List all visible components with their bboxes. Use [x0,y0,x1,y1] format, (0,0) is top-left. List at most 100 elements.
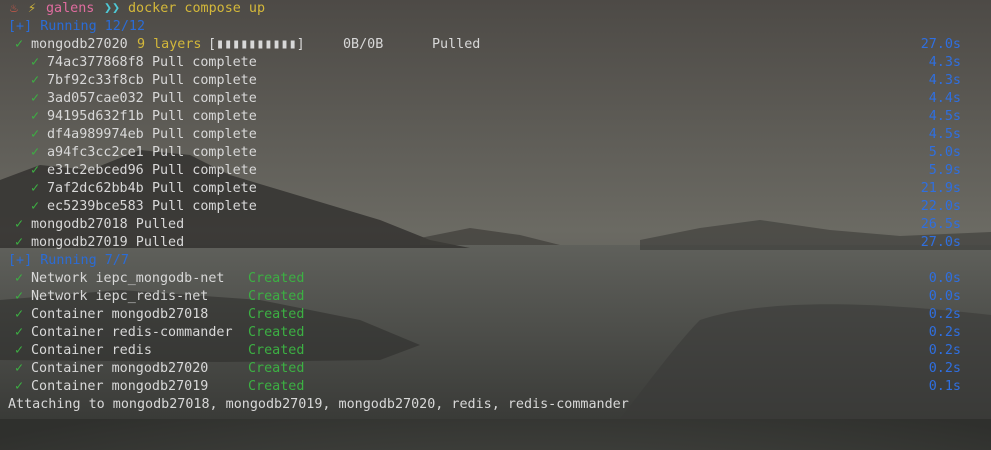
prompt-user: galens [46,1,95,16]
resource-time: 0.0s [928,271,961,286]
resource-label: Container mongodb27020 [31,361,209,376]
check-icon: ✓ [31,91,40,106]
layer-row: ✓ a94fc3cc2ce1 Pull complete 5.0s [0,144,991,162]
check-icon: ✓ [15,235,24,250]
layer-id: e31c2ebced96 [47,163,144,178]
resource-row: ✓ Container mongodb27018 Created 0.2s [0,306,991,324]
layer-row: ✓ 7af2dc62bb4b Pull complete 21.9s [0,180,991,198]
resource-label: Container redis-commander [31,325,233,340]
resource-time: 0.2s [928,325,961,340]
layer-id: 7bf92c33f8cb [47,73,144,88]
check-icon: ✓ [31,55,40,70]
layer-row: ✓ ec5239bce583 Pull complete 22.0s [0,198,991,216]
resource-time: 0.2s [928,361,961,376]
layer-time: 21.9s [920,181,961,196]
layer-row: ✓ 3ad057cae032 Pull complete 4.4s [0,90,991,108]
resource-status: Created [248,343,305,358]
check-icon: ✓ [15,289,24,304]
resource-status: Created [248,325,305,340]
layer-id: a94fc3cc2ce1 [47,145,144,160]
terminal-output: ♨ ⚡ galens ❯❯ docker compose up [+] Runn… [0,0,991,419]
resource-time: 0.2s [928,343,961,358]
resource-row: ✓ Network iepc_mongodb-net Created 0.0s [0,270,991,288]
pulled-row: ✓ mongodb27018 Pulled 26.5s [0,216,991,234]
layer-time: 5.0s [928,145,961,160]
progress-bar: [▮▮▮▮▮▮▮▮▮▮] [208,37,305,52]
resource-time: 0.1s [928,379,961,394]
check-icon: ✓ [31,199,40,214]
resource-status: Created [248,361,305,376]
resource-time: 0.0s [928,289,961,304]
prompt-arrows-icon: ❯❯ [104,1,121,16]
check-icon: ✓ [15,361,24,376]
resource-label: Container mongodb27018 [31,307,209,322]
resource-status: Created [248,271,305,286]
layer-row: ✓ e31c2ebced96 Pull complete 5.9s [0,162,991,180]
pulled-name: mongodb27018 Pulled [31,217,185,232]
section1-header: [+] Running 12/12 [8,19,146,34]
layer-id: ec5239bce583 [47,199,144,214]
layer-status: Pull complete [152,181,257,196]
layer-status: Pull complete [152,199,257,214]
pulled-time: 27.0s [920,235,961,250]
resource-row: ✓ Network iepc_redis-net Created 0.0s [0,288,991,306]
layer-row: ✓ 7bf92c33f8cb Pull complete 4.3s [0,72,991,90]
layer-time: 4.4s [928,91,961,106]
layer-time: 4.5s [928,127,961,142]
resource-label: Network iepc_redis-net [31,289,209,304]
resource-status: Created [248,307,305,322]
layer-status: Pull complete [152,109,257,124]
layer-row: ✓ 74ac377868f8 Pull complete 4.3s [0,54,991,72]
pulled-row: ✓ mongodb27019 Pulled 27.0s [0,234,991,252]
layer-status: Pull complete [152,91,257,106]
resource-row: ✓ Container redis-commander Created 0.2s [0,324,991,342]
layer-id: 3ad057cae032 [47,91,144,106]
check-icon: ✓ [31,163,40,178]
layer-id: df4a989974eb [47,127,144,142]
resource-row: ✓ Container redis Created 0.2s [0,342,991,360]
check-icon: ✓ [31,109,40,124]
layer-time: 22.0s [920,199,961,214]
check-icon: ✓ [15,325,24,340]
check-icon: ✓ [15,37,24,52]
resource-label: Container redis [31,343,152,358]
resource-time: 0.2s [928,307,961,322]
section2-header: [+] Running 7/7 [8,253,129,268]
layer-time: 4.3s [928,73,961,88]
check-icon: ✓ [15,343,24,358]
resource-status: Created [248,289,305,304]
prompt-line: ♨ ⚡ galens ❯❯ docker compose up [0,0,991,18]
resource-label: Container mongodb27019 [31,379,209,394]
layer-status: Pull complete [152,145,257,160]
check-icon: ✓ [15,307,24,322]
check-icon: ✓ [15,379,24,394]
main-image-row: ✓ mongodb27020 9 layers [▮▮▮▮▮▮▮▮▮▮] 0B/… [15,37,961,52]
layer-id: 94195d632f1b [47,109,144,124]
layer-status: Pull complete [152,55,257,70]
resource-label: Network iepc_mongodb-net [31,271,225,286]
pulled-name: mongodb27019 Pulled [31,235,185,250]
layer-status: Pull complete [152,127,257,142]
layer-time: 5.9s [928,163,961,178]
check-icon: ✓ [15,271,24,286]
lightning-icon: ⚡ [28,1,37,16]
layer-id: 7af2dc62bb4b [47,181,144,196]
resource-row: ✓ Container mongodb27020 Created 0.2s [0,360,991,378]
terminal-app-icon: ♨ [10,1,19,16]
check-icon: ✓ [15,217,24,232]
layer-time: 4.3s [928,55,961,70]
check-icon: ✓ [31,73,40,88]
attaching-line: Attaching to mongodb27018, mongodb27019,… [8,397,629,412]
layer-time: 4.5s [928,109,961,124]
check-icon: ✓ [31,145,40,160]
pulled-time: 26.5s [920,217,961,232]
check-icon: ✓ [31,127,40,142]
resource-status: Created [248,379,305,394]
check-icon: ✓ [31,181,40,196]
layer-row: ✓ 94195d632f1b Pull complete 4.5s [0,108,991,126]
resource-row: ✓ Container mongodb27019 Created 0.1s [0,378,991,396]
layer-status: Pull complete [152,73,257,88]
layer-status: Pull complete [152,163,257,178]
layer-id: 74ac377868f8 [47,55,144,70]
command-text[interactable]: docker compose up [128,0,265,18]
